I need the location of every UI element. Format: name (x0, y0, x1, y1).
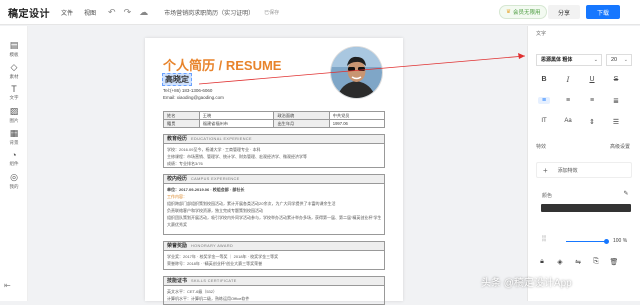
lock-icon[interactable]: 🔒︎ (536, 258, 548, 266)
redo-icon[interactable]: ↷ (124, 7, 132, 18)
tool-background[interactable]: ▦ 背景 (0, 128, 28, 146)
text-icon: T (11, 84, 17, 94)
font-size-select[interactable]: 20 ⌄ (606, 54, 632, 66)
watermark: 头条 @稿定设计App (481, 278, 572, 289)
layout-icon: ▤ (9, 40, 19, 50)
align-left-icon[interactable]: ≡ (538, 97, 550, 104)
vip-badge[interactable]: ♛ 会员无限用 (499, 5, 548, 19)
font-family-select[interactable]: 思源黑体 粗体 ⌄ (536, 54, 602, 66)
chart-icon: ◔ (11, 150, 17, 160)
tool-template[interactable]: ▤ 模板 (0, 40, 28, 58)
align-center-icon[interactable]: ≡ (562, 97, 574, 104)
list-icon[interactable]: ☰ (610, 118, 622, 126)
opacity-value: 100 % (613, 238, 628, 244)
image-icon: ▨ (9, 106, 19, 116)
chevron-down-icon: ⌄ (593, 57, 598, 63)
shapes-icon: ◇ (10, 62, 18, 72)
tool-component[interactable]: ◔ 组件 (0, 150, 28, 167)
tool-material[interactable]: ◇ 素材 (0, 62, 28, 80)
annotation-arrow (198, 53, 526, 85)
share-button[interactable]: 分享 (548, 5, 580, 19)
align-justify-icon[interactable]: ≣ (610, 97, 622, 105)
save-status: 已保存 (264, 9, 280, 16)
effects-label: 特效 (536, 144, 547, 150)
document-name[interactable]: 市场营销岗求职简历（实习证明） (164, 8, 254, 17)
align-right-icon[interactable]: ≡ (586, 97, 598, 104)
delete-icon[interactable]: 🗑︎ (608, 258, 620, 266)
tool-text[interactable]: T 文字 (0, 84, 28, 101)
strikethrough-icon[interactable]: S (610, 76, 622, 83)
opacity-slider[interactable] (566, 239, 609, 244)
file-menu[interactable]: 文件 (61, 8, 73, 17)
editor-canvas[interactable]: 个人简历 / RESUME 高晓定 Tel:(+86) 183-1306-606… (29, 26, 527, 305)
color-swatch[interactable] (541, 204, 631, 212)
plus-icon: + (543, 165, 548, 175)
copy-icon[interactable]: ⎘ (590, 258, 602, 266)
view-menu[interactable]: 视图 (84, 8, 96, 17)
app-logo[interactable]: 稿定设计 (8, 5, 50, 20)
chevron-down-icon: ⌄ (623, 57, 628, 63)
cloud-icon[interactable]: ☁ (139, 7, 148, 18)
bold-icon[interactable]: B (538, 76, 550, 83)
tool-mine[interactable]: ◎ 我的 (0, 172, 28, 190)
left-toolbar: ▤ 模板 ◇ 素材 T 文字 ▨ 图片 ▦ 背景 ◔ 组件 ◎ 我的 ⇤ (0, 26, 28, 301)
mine-icon: ◎ (10, 172, 18, 182)
opacity-icon: ░ (541, 236, 547, 242)
flip-icon[interactable]: ⇋ (572, 258, 584, 266)
line-spacing-icon[interactable]: ⇕ (586, 118, 598, 126)
italic-icon[interactable]: I (562, 76, 574, 84)
download-button[interactable]: 下载 (586, 5, 620, 19)
underline-icon[interactable]: U (586, 76, 598, 83)
add-effect-button[interactable]: + 添加特效 (536, 162, 632, 178)
crown-icon: ♛ (506, 9, 511, 15)
vertical-text-icon[interactable]: IT (538, 118, 550, 124)
effects-advanced-link[interactable]: 高级设置 (610, 143, 630, 150)
letter-case-icon[interactable]: Aa (562, 118, 574, 124)
background-icon: ▦ (9, 128, 19, 138)
undo-icon[interactable]: ↶ (108, 7, 116, 18)
layer-icon[interactable]: ◈ (554, 258, 566, 266)
slider-handle[interactable] (604, 239, 609, 244)
collapse-icon[interactable]: ⇤ (4, 281, 11, 290)
color-label: 颜色 (542, 193, 553, 199)
panel-title: 文字 (536, 31, 547, 37)
eyedropper-icon[interactable]: ✎ (620, 190, 632, 197)
tool-image[interactable]: ▨ 图片 (0, 106, 28, 124)
properties-panel: 文字 思源黑体 粗体 ⌄ 20 ⌄ B I U S ≡ ≡ ≡ ≣ IT Aa ⇕ … (527, 26, 640, 301)
